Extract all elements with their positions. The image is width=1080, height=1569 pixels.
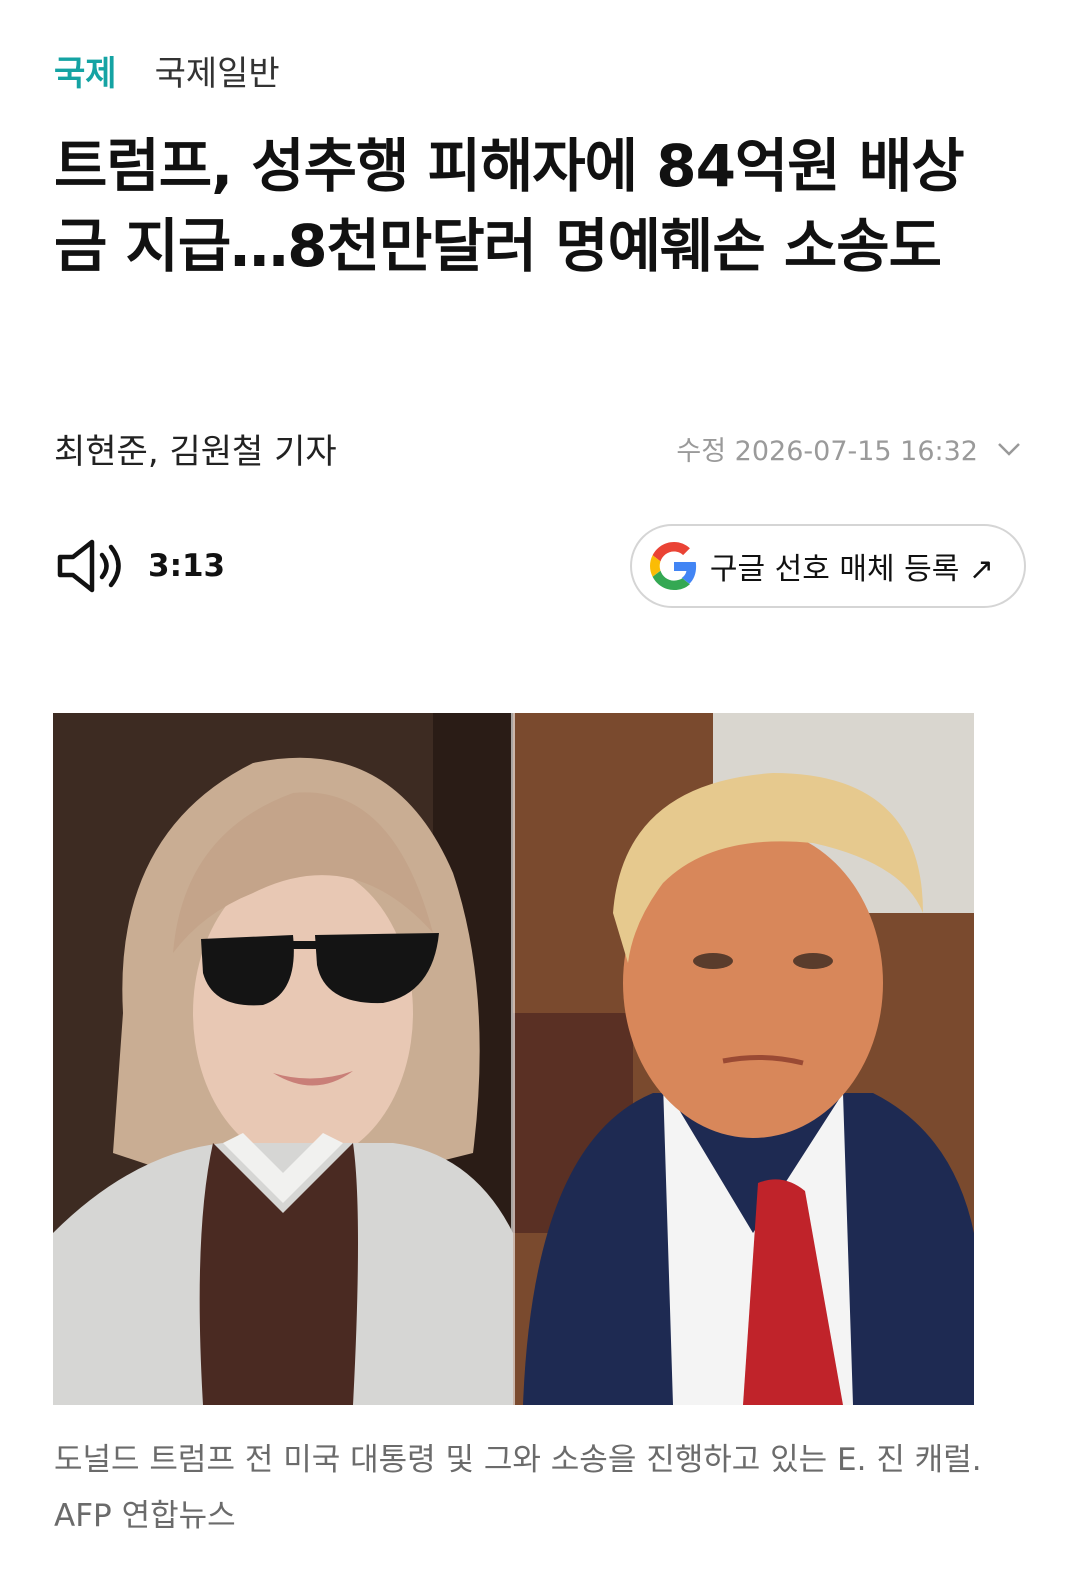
article-title: 트럼프, 성추행 피해자에 84억원 배상금 지급…8천만달러 명예훼손 소송도 [54, 132, 965, 280]
google-preferred-source-button[interactable]: 구글 선호 매체 등록 ↗ [629, 524, 1026, 608]
breadcrumb: 국제 국제일반 [54, 46, 280, 95]
article-tools: 3:13 구글 선호 매체 등록 ↗ [54, 524, 1026, 608]
chevron-down-icon [998, 442, 1020, 456]
audio-duration: 3:13 [148, 548, 226, 584]
updated-toggle[interactable]: 수정 2026-07-15 16:32 [676, 429, 1024, 468]
audio-player-button[interactable]: 3:13 [54, 536, 225, 596]
article-photo [53, 713, 974, 1405]
photo-caption: 도널드 트럼프 전 미국 대통령 및 그와 소송을 진행하고 있는 E. 진 캐… [54, 1442, 982, 1534]
updated-time: 수정 2026-07-15 16:32 [676, 436, 978, 467]
breadcrumb-subcategory[interactable]: 국제일반 [155, 46, 280, 95]
google-logo-icon [649, 542, 697, 590]
breadcrumb-category[interactable]: 국제 [54, 46, 117, 95]
photo-illustration [53, 713, 974, 1405]
article-meta: 최현준, 김원철 기자 수정 2026-07-15 16:32 [54, 424, 1024, 473]
byline: 최현준, 김원철 기자 [54, 432, 337, 472]
speaker-icon [57, 539, 121, 593]
google-button-label: 구글 선호 매체 등록 ↗ [709, 552, 994, 587]
